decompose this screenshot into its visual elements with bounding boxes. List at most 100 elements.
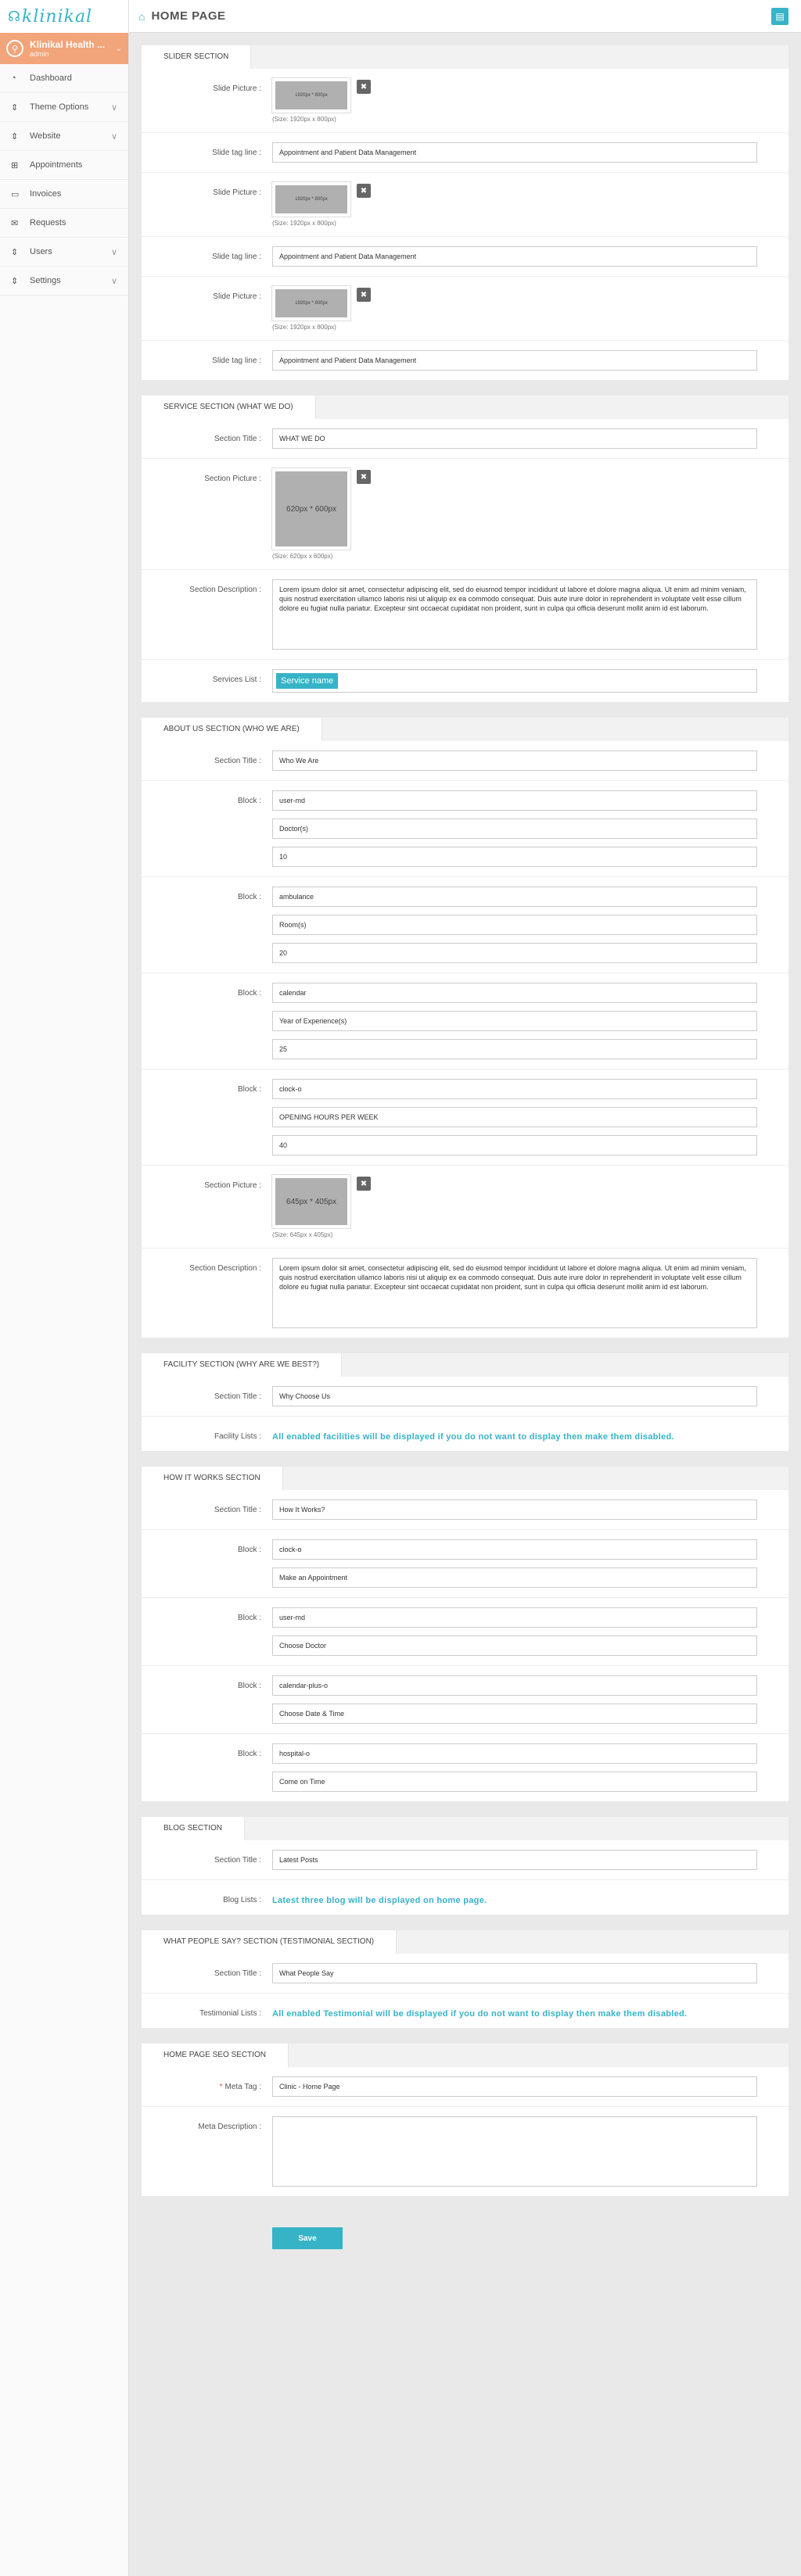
info-text: All enabled Testimonial will be displaye… (272, 2009, 688, 2019)
field-label: Section Description : (189, 586, 261, 594)
sidebar-item-label: Theme Options (30, 102, 89, 112)
field-label: Blog Lists : (223, 1896, 261, 1904)
remove-image-button[interactable]: ✖ (357, 184, 371, 198)
sidebar-item-settings[interactable]: ⇕ Settings ∨ (0, 267, 128, 296)
slide-tagline-input[interactable]: Appointment and Patient Data Management (272, 350, 757, 371)
field-label: Section Title : (214, 1506, 261, 1514)
section-tab[interactable]: HOME PAGE SEO SECTION (142, 2044, 289, 2067)
sidebar-item-label: Users (30, 247, 52, 256)
sidebar-item-website[interactable]: ⇕ Website ∨ (0, 122, 128, 151)
sort-icon: ⇕ (11, 102, 19, 113)
section-title-input[interactable]: WHAT WE DO (272, 428, 757, 449)
block-text-input[interactable]: Make an Appointment (272, 1567, 757, 1588)
section-tab[interactable]: SLIDER SECTION (142, 45, 252, 69)
sidebar-item-label: Website (30, 131, 61, 141)
remove-image-button[interactable]: ✖ (357, 470, 371, 484)
size-note: (Size: 1920px x 800px) (272, 220, 336, 227)
remove-image-button[interactable]: ✖ (357, 288, 371, 302)
block-icon-input[interactable]: clock-o (272, 1539, 757, 1560)
service-tag[interactable]: Service name (276, 673, 339, 689)
block-text-input[interactable]: Choose Doctor (272, 1636, 757, 1656)
block-text-input[interactable]: Room(s) (272, 915, 757, 935)
slide-tagline-input[interactable]: Appointment and Patient Data Management (272, 142, 757, 163)
section-title-input[interactable]: Who We Are (272, 751, 757, 771)
section-tab[interactable]: SERVICE SECTION (WHAT WE DO) (142, 396, 316, 419)
sidebar-nav: ◔ Dashboard ⇕ Theme Options ∨ ⇕ Website ∨ ⊞ Appoi… (0, 64, 128, 296)
section-description-textarea[interactable]: Lorem ipsum dolor sit amet, consectetur … (272, 579, 757, 650)
sidebar-item-theme-options[interactable]: ⇕ Theme Options ∨ (0, 93, 128, 122)
required-marker: * (219, 2083, 223, 2091)
block-text-input[interactable]: Come on Time (272, 1772, 757, 1792)
about-section: ABOUT US SECTION (WHO WE ARE) Section Ti… (142, 718, 788, 1338)
block-number-input[interactable]: 10 (272, 847, 757, 867)
section-tab[interactable]: WHAT PEOPLE SAY? SECTION (TESTIMONIAL SE… (142, 1930, 397, 1954)
section-tab[interactable]: BLOG SECTION (142, 1817, 246, 1840)
meta-tag-input[interactable]: Clinic - Home Page (272, 2076, 757, 2097)
user-role: admin (30, 50, 49, 58)
block-text-input[interactable]: OPENING HOURS PER WEEK (272, 1107, 757, 1127)
sidebar-item-invoices[interactable]: ▭ Invoices (0, 180, 128, 209)
sort-icon: ⇕ (11, 247, 19, 257)
block-text-input[interactable]: Year of Experience(s) (272, 1011, 757, 1031)
field-label: Services List : (212, 675, 261, 684)
remove-image-button[interactable]: ✖ (357, 80, 371, 94)
section-title-input[interactable]: How It Works? (272, 1499, 757, 1520)
field-label: * Meta Tag : (142, 2076, 272, 2097)
facility-section: FACILITY SECTION (WHY ARE WE BEST?) Sect… (142, 1353, 788, 1451)
section-title-input[interactable]: Latest Posts (272, 1850, 757, 1870)
user-icon: ⚲ (6, 40, 23, 57)
section-description-textarea[interactable]: Lorem ipsum dolor sit amet, consectetur … (272, 1258, 757, 1328)
section-picture[interactable]: 645px * 405px (271, 1174, 351, 1229)
slide-picture[interactable]: 1920px * 800px (271, 77, 351, 113)
plus-square-icon: ⊞ (11, 160, 19, 170)
sidebar: ☊ klinikal ⚲ Klinikal Health ... admin ⌄… (0, 0, 129, 2576)
info-text: Latest three blog will be displayed on h… (272, 1896, 487, 1905)
size-note: (Size: 1920px x 800px) (272, 324, 336, 331)
sidebar-item-label: Requests (30, 218, 66, 228)
user-menu[interactable]: ⚲ Klinikal Health ... admin ⌄ (0, 33, 128, 64)
stethoscope-icon: ☊ (8, 8, 20, 24)
block-icon-input[interactable]: hospital-o (272, 1743, 757, 1764)
save-button[interactable]: Save (272, 2227, 343, 2249)
section-tab[interactable]: HOW IT WORKS SECTION (142, 1467, 283, 1490)
block-icon-input[interactable]: ambulance (272, 887, 757, 907)
section-picture[interactable]: 620px * 600px (271, 468, 351, 550)
size-note: (Size: 645px x 405px) (272, 1231, 333, 1238)
block-icon-input[interactable]: user-md (272, 790, 757, 811)
user-name: Klinikal Health ... (30, 39, 106, 50)
section-title-input[interactable]: Why Choose Us (272, 1386, 757, 1406)
section-title-input[interactable]: What People Say (272, 1963, 757, 1983)
envelope-icon: ✉ (11, 218, 19, 228)
field-label: Slide Picture : (213, 188, 261, 197)
slide-picture[interactable]: 1920px * 800px (271, 181, 351, 217)
field-label: Section Picture : (204, 475, 261, 483)
sort-icon: ⇕ (11, 276, 19, 286)
home-icon: ⌂ (138, 9, 145, 23)
sidebar-item-dashboard[interactable]: ◔ Dashboard (0, 64, 128, 93)
meta-description-textarea[interactable] (272, 2116, 757, 2187)
slide-picture[interactable]: 1920px * 800px (271, 285, 351, 321)
section-tab[interactable]: FACILITY SECTION (WHY ARE WE BEST?) (142, 1353, 343, 1377)
sidebar-item-users[interactable]: ⇕ Users ∨ (0, 238, 128, 267)
sidebar-item-requests[interactable]: ✉ Requests (0, 209, 128, 238)
section-tab[interactable]: ABOUT US SECTION (WHO WE ARE) (142, 718, 322, 741)
block-text-input[interactable]: Doctor(s) (272, 819, 757, 839)
services-list-input[interactable]: Service name (272, 669, 757, 693)
block-number-input[interactable]: 40 (272, 1135, 757, 1155)
block-text-input[interactable]: Choose Date & Time (272, 1704, 757, 1724)
slide-tagline-input[interactable]: Appointment and Patient Data Management (272, 246, 757, 267)
block-icon-input[interactable]: clock-o (272, 1079, 757, 1099)
block-number-input[interactable]: 20 (272, 943, 757, 963)
field-label: Block : (237, 1750, 261, 1758)
list-toggle-button[interactable]: ▤ (771, 8, 788, 25)
sidebar-item-appointments[interactable]: ⊞ Appointments (0, 151, 128, 180)
field-label: Slide tag line : (212, 149, 261, 157)
sort-icon: ⇕ (11, 131, 19, 142)
block-icon-input[interactable]: calendar-plus-o (272, 1675, 757, 1696)
block-icon-input[interactable]: calendar (272, 983, 757, 1003)
block-number-input[interactable]: 25 (272, 1039, 757, 1059)
block-icon-input[interactable]: user-md (272, 1607, 757, 1628)
size-note: (Size: 620px x 600px) (272, 553, 333, 560)
remove-image-button[interactable]: ✖ (357, 1177, 371, 1191)
logo[interactable]: ☊ klinikal (0, 0, 128, 33)
